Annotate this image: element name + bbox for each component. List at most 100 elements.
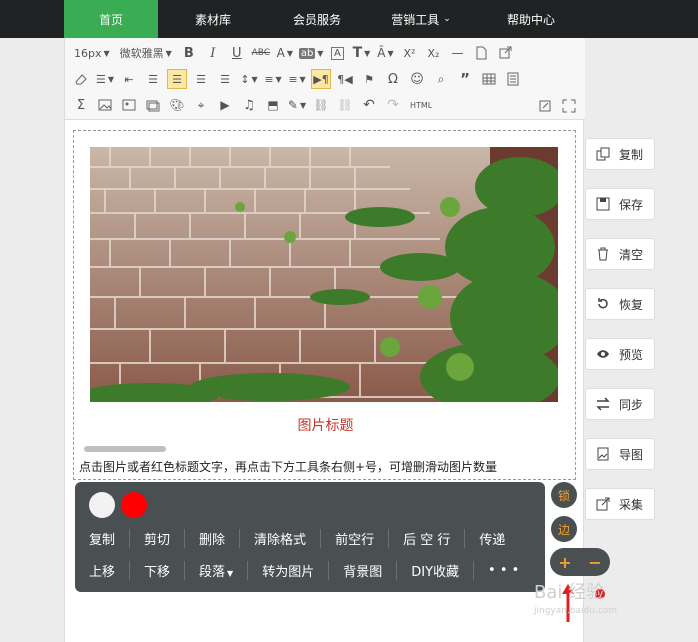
font-color-icon[interactable]: A ▼ bbox=[275, 43, 295, 63]
anchor-icon[interactable]: ⚑ bbox=[359, 69, 379, 89]
emoji-icon[interactable]: ☺ bbox=[407, 69, 427, 89]
side-preview-button[interactable]: 预览 bbox=[585, 338, 655, 370]
align-left-icon[interactable]: ☰ bbox=[143, 69, 163, 89]
nav-materials[interactable]: 素材库 bbox=[158, 0, 268, 38]
brick-ivy-photo[interactable] bbox=[90, 147, 558, 402]
video-icon[interactable]: ▶ bbox=[215, 95, 235, 115]
indent-icon[interactable]: ☰ ▼ bbox=[95, 69, 115, 89]
horizontal-rule-icon[interactable]: — bbox=[447, 43, 467, 63]
color-swatch-white[interactable] bbox=[89, 492, 115, 518]
palette-icon[interactable]: 🎨︎ bbox=[167, 95, 187, 115]
font-size-icon[interactable]: T ▼ bbox=[351, 43, 371, 63]
align-center-icon[interactable]: ☰ bbox=[167, 69, 187, 89]
link-icon[interactable]: ⛓ bbox=[311, 95, 331, 115]
bold-icon[interactable]: B bbox=[179, 43, 199, 63]
side-export-image-button[interactable]: 导图 bbox=[585, 438, 655, 470]
align-justify-icon[interactable]: ☰ bbox=[215, 69, 235, 89]
side-restore-label: 恢复 bbox=[619, 297, 644, 312]
blank-page-icon[interactable] bbox=[471, 43, 491, 63]
music-icon[interactable]: ♫ bbox=[239, 95, 259, 115]
edit-note-icon[interactable] bbox=[535, 96, 555, 116]
image-icon[interactable] bbox=[95, 95, 115, 115]
horizontal-scrollbar[interactable] bbox=[84, 446, 166, 452]
underline-icon[interactable]: U bbox=[227, 43, 247, 63]
line-height-icon[interactable]: ↕ ▼ bbox=[239, 69, 259, 89]
panel-move-down-button[interactable]: 下移 bbox=[140, 560, 186, 580]
letter-spacing-icon[interactable]: Ā ▼ bbox=[375, 43, 395, 63]
trash-icon bbox=[596, 247, 610, 261]
nav-help[interactable]: 帮助中心 bbox=[476, 0, 586, 38]
strikethrough-icon[interactable]: ABC bbox=[251, 43, 271, 63]
panel-to-image-button[interactable]: 转为图片 bbox=[258, 560, 330, 580]
frame-icon[interactable] bbox=[143, 95, 163, 115]
italic-icon[interactable]: I bbox=[203, 43, 223, 63]
color-swatch-red[interactable] bbox=[121, 492, 147, 518]
ltr-direction-icon[interactable]: ▶¶ bbox=[311, 69, 331, 89]
nav-help-label: 帮助中心 bbox=[506, 12, 555, 27]
panel-background-button[interactable]: 背景图 bbox=[339, 560, 398, 580]
content-block[interactable]: 图片标题 bbox=[73, 130, 576, 480]
toolbar-row-3: Σ 🎨︎ ⌖ ▶ ♫ ⬒ ✎ ▼ ⛓ ⛓ ↶ ↷ HTML bbox=[71, 94, 439, 116]
panel-pass-button[interactable]: 传递 bbox=[475, 529, 519, 548]
paragraph-after-icon[interactable]: ≡ ▼ bbox=[287, 69, 307, 89]
left-margin bbox=[0, 38, 64, 642]
image-caption[interactable]: 图片标题 bbox=[74, 415, 577, 435]
font-family-select[interactable]: 微软雅黑 ▼ bbox=[117, 43, 175, 63]
highlight-icon[interactable]: ab ▼ bbox=[298, 43, 323, 63]
nav-membership[interactable]: 会员服务 bbox=[268, 0, 366, 38]
omega-icon[interactable]: Ω bbox=[383, 69, 403, 89]
nav-marketing-tools[interactable]: 营销工具 ⌄ bbox=[366, 0, 476, 38]
side-sync-button[interactable]: 同步 bbox=[585, 388, 655, 420]
magic-wand-icon[interactable]: ✎ ▼ bbox=[287, 95, 307, 115]
panel-clear-format-button[interactable]: 清除格式 bbox=[250, 528, 322, 548]
align-right-icon[interactable]: ☰ bbox=[191, 69, 211, 89]
quote-icon[interactable]: ” bbox=[455, 69, 475, 89]
panel-copy-button[interactable]: 复制 bbox=[85, 528, 131, 548]
subscript-icon[interactable]: X₂ bbox=[423, 43, 443, 63]
caret-down-icon: ▼ bbox=[165, 48, 172, 58]
external-link-icon[interactable] bbox=[495, 43, 515, 63]
font-size-select[interactable]: 16px ▼ bbox=[71, 43, 113, 63]
rtl-direction-icon[interactable]: ¶◀ bbox=[335, 69, 355, 89]
panel-delete-button[interactable]: 删除 bbox=[195, 528, 241, 548]
attachment-icon[interactable]: ⬒ bbox=[263, 95, 283, 115]
sync-icon bbox=[596, 397, 610, 411]
top-nav: 首页 素材库 会员服务 营销工具 ⌄ 帮助中心 bbox=[0, 0, 698, 38]
paragraph-before-icon[interactable]: ≡ ▼ bbox=[263, 69, 283, 89]
map-pin-icon[interactable]: ⌖ bbox=[191, 95, 211, 115]
template-icon[interactable] bbox=[503, 69, 523, 89]
panel-cut-button[interactable]: 剪切 bbox=[140, 528, 186, 548]
panel-more-button[interactable]: • • • bbox=[484, 563, 533, 578]
plus-button[interactable]: + bbox=[558, 553, 571, 572]
outdent-icon[interactable]: ⇤ bbox=[119, 69, 139, 89]
edge-button[interactable]: 边 bbox=[551, 516, 577, 542]
copy-icon bbox=[596, 147, 610, 161]
multi-image-icon[interactable] bbox=[119, 95, 139, 115]
unlink-icon[interactable]: ⛓ bbox=[335, 95, 355, 115]
side-collect-button[interactable]: 采集 bbox=[585, 488, 655, 520]
redo-icon[interactable]: ↷ bbox=[383, 95, 403, 115]
nav-home[interactable]: 首页 bbox=[64, 0, 158, 38]
lock-button[interactable]: 锁 bbox=[551, 482, 577, 508]
panel-blank-after-button[interactable]: 后 空 行 bbox=[399, 528, 466, 548]
panel-paragraph-dropdown[interactable]: 段落 ▼ bbox=[195, 560, 249, 580]
sigma-icon[interactable]: Σ bbox=[71, 95, 91, 115]
panel-diy-favorite-button[interactable]: DIY收藏 bbox=[407, 560, 475, 580]
minus-button[interactable]: − bbox=[588, 553, 601, 572]
side-copy-button[interactable]: 复制 bbox=[585, 138, 655, 170]
html-source-button[interactable]: HTML bbox=[407, 95, 435, 115]
text-border-icon[interactable]: A bbox=[327, 43, 347, 63]
table-icon[interactable] bbox=[479, 69, 499, 89]
superscript-icon[interactable]: X² bbox=[399, 43, 419, 63]
caret-down-icon: ▼ bbox=[103, 48, 110, 58]
eraser-icon[interactable] bbox=[71, 69, 91, 89]
panel-move-up-button[interactable]: 上移 bbox=[85, 560, 131, 580]
side-restore-button[interactable]: 恢复 bbox=[585, 288, 655, 320]
search-icon[interactable]: ⌕ bbox=[431, 69, 451, 89]
undo-icon[interactable]: ↶ bbox=[359, 95, 379, 115]
side-save-button[interactable]: 保存 bbox=[585, 188, 655, 220]
panel-blank-before-button[interactable]: 前空行 bbox=[331, 528, 390, 548]
toolbar-row-1: 16px ▼ 微软雅黑 ▼ B I U ABC A ▼ ab ▼ A T ▼ Ā ▼ X² … bbox=[71, 42, 519, 64]
side-clear-button[interactable]: 清空 bbox=[585, 238, 655, 270]
fullscreen-icon[interactable] bbox=[559, 96, 579, 116]
